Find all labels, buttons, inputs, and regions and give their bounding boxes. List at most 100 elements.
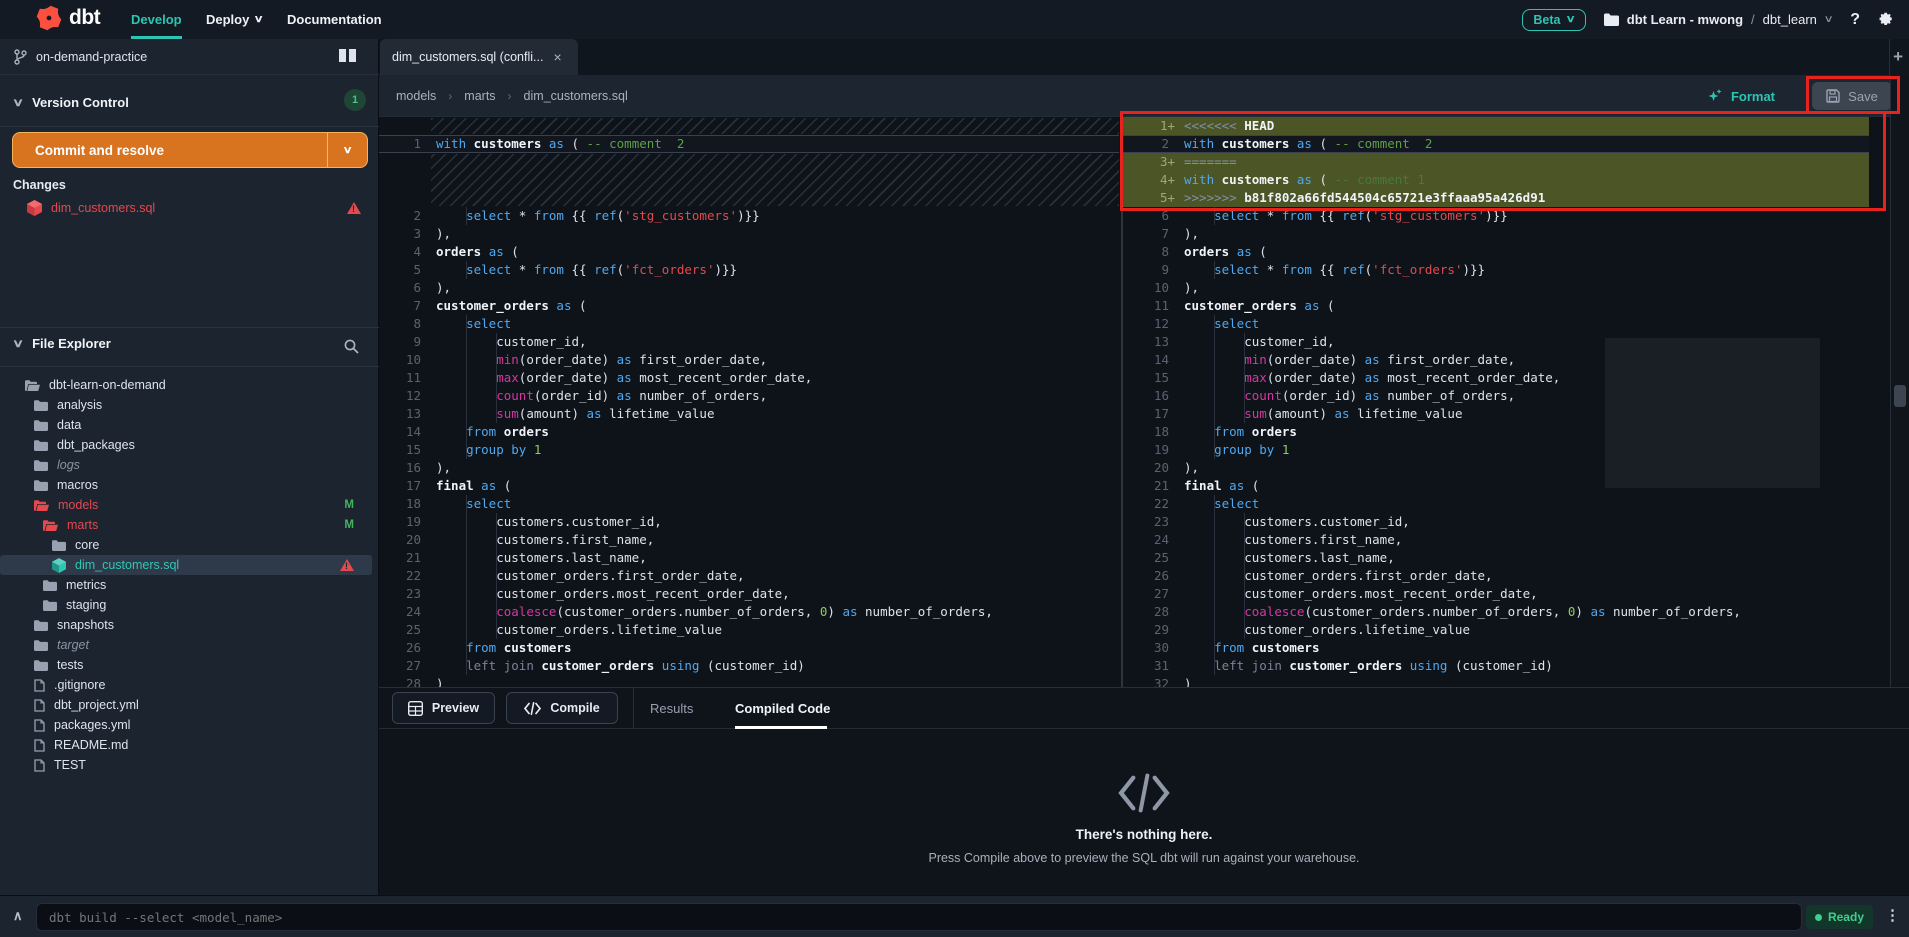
tab-compiled-code[interactable]: Compiled Code [735,688,830,729]
project-switcher[interactable]: dbt Learn - mwong / dbt_learn ∨ [1604,12,1832,27]
code-line[interactable]: 6 select * from {{ ref('stg_customers')}… [1123,207,1869,225]
command-input[interactable] [36,903,1802,931]
beta-dropdown[interactable]: Beta ∨ [1522,9,1585,31]
code-line[interactable]: 7), [1123,225,1869,243]
docs-book-icon[interactable] [338,48,357,63]
code-line[interactable]: 13 sum(amount) as lifetime_value [379,405,1119,423]
code-line[interactable]: 1+<<<<<<< HEAD [1123,117,1869,135]
code-line[interactable]: 11 max(order_date) as most_recent_order_… [379,369,1119,387]
new-tab-button[interactable]: + [1893,47,1903,67]
code-line[interactable]: 30 from customers [1123,639,1869,657]
chevron-up-icon[interactable]: ∧ [13,908,23,924]
code-line[interactable]: 4orders as ( [379,243,1119,261]
code-line[interactable]: 23 customer_orders.most_recent_order_dat… [379,585,1119,603]
tree-item-staging[interactable]: staging [0,595,372,615]
code-line[interactable]: 10), [1123,279,1869,297]
code-line[interactable]: 11customer_orders as ( [1123,297,1869,315]
code-line[interactable]: 3+======= [1123,153,1869,171]
code-line[interactable]: 9 customer_id, [379,333,1119,351]
code-line[interactable]: 6), [379,279,1119,297]
code-line[interactable]: 14 from orders [379,423,1119,441]
help-button[interactable]: ? [1850,11,1860,29]
gear-icon[interactable] [1878,11,1895,28]
code-line[interactable]: 8 select [379,315,1119,333]
changed-file-row[interactable]: dim_customers.sql [0,197,379,219]
code-line[interactable]: 2 select * from {{ ref('stg_customers')}… [379,207,1119,225]
code-line[interactable]: 27 customer_orders.most_recent_order_dat… [1123,585,1869,603]
tree-item--gitignore[interactable]: .gitignore [0,675,372,695]
code-line[interactable]: 12 count(order_id) as number_of_orders, [379,387,1119,405]
tab-results[interactable]: Results [650,688,693,729]
code-line[interactable]: 23 customers.customer_id, [1123,513,1869,531]
tree-item-dbt-packages[interactable]: dbt_packages [0,435,372,455]
code-line[interactable]: 9 select * from {{ ref('fct_orders')}} [1123,261,1869,279]
nav-item-deploy[interactable]: Deploy ∨ [206,0,263,39]
code-line[interactable]: 20 customers.first_name, [379,531,1119,549]
breadcrumb-item[interactable]: marts [464,89,495,103]
code-line[interactable]: 4+with customers as ( -- comment 1 [1123,171,1869,189]
format-button[interactable]: Format [1707,75,1775,117]
code-line[interactable]: 25 customer_orders.lifetime_value [379,621,1119,639]
preview-button[interactable]: Preview [392,692,495,724]
code-line[interactable]: 18 select [379,495,1119,513]
code-line[interactable]: 5+>>>>>>> b81f802a66fd544504c65721e3ffaa… [1123,189,1869,207]
code-line[interactable]: 25 customers.last_name, [1123,549,1869,567]
tree-item-analysis[interactable]: analysis [0,395,372,415]
file-explorer-header[interactable]: ∨ File Explorer [0,336,379,351]
tree-item-data[interactable]: data [0,415,372,435]
code-line[interactable]: 24 coalesce(customer_orders.number_of_or… [379,603,1119,621]
tree-item-metrics[interactable]: metrics [0,575,372,595]
tree-item-models[interactable]: modelsM [0,495,372,515]
code-line[interactable]: 7customer_orders as ( [379,297,1119,315]
code-line[interactable]: 31 left join customer_orders using (cust… [1123,657,1869,675]
code-line[interactable]: 29 customer_orders.lifetime_value [1123,621,1869,639]
compile-button[interactable]: Compile [506,692,618,724]
tree-item-target[interactable]: target [0,635,372,655]
code-line[interactable]: 22 customer_orders.first_order_date, [379,567,1119,585]
branch-row[interactable]: on-demand-practice [0,39,379,75]
tree-item-macros[interactable]: macros [0,475,372,495]
tree-item-logs[interactable]: logs [0,455,372,475]
code-line[interactable]: 27 left join customer_orders using (cust… [379,657,1119,675]
code-line[interactable]: 12 select [1123,315,1869,333]
code-line[interactable]: 26 from customers [379,639,1119,657]
tree-item-tests[interactable]: tests [0,655,372,675]
editor-scrollbar[interactable] [1890,75,1909,687]
tree-item-packages-yml[interactable]: packages.yml [0,715,372,735]
code-line[interactable]: 10 min(order_date) as first_order_date, [379,351,1119,369]
code-line[interactable]: 24 customers.first_name, [1123,531,1869,549]
code-line[interactable]: 21 customers.last_name, [379,549,1119,567]
code-line[interactable]: 16), [379,459,1119,477]
code-line[interactable]: 15 group by 1 [379,441,1119,459]
commit-options-caret[interactable]: ∨ [327,133,367,167]
tree-item-core[interactable]: core [0,535,372,555]
code-line[interactable]: 17final as ( [379,477,1119,495]
tree-item-dim-customers-sql[interactable]: dim_customers.sql [0,555,372,575]
tree-item-test[interactable]: TEST [0,755,372,775]
tree-item-snapshots[interactable]: snapshots [0,615,372,635]
code-line[interactable]: 28 coalesce(customer_orders.number_of_or… [1123,603,1869,621]
code-line[interactable]: 3), [379,225,1119,243]
breadcrumb-item[interactable]: models [396,89,436,103]
nav-item-documentation[interactable]: Documentation [287,0,382,39]
scrollbar-handle[interactable] [1894,385,1906,407]
tree-item-readme-md[interactable]: README.md [0,735,372,755]
code-line[interactable]: 26 customer_orders.first_order_date, [1123,567,1869,585]
code-line[interactable]: 1with customers as ( -- comment 2 [379,135,1119,153]
code-line[interactable]: 19 customers.customer_id, [379,513,1119,531]
nav-item-develop[interactable]: Develop [131,0,182,39]
breadcrumb-item[interactable]: dim_customers.sql [524,89,628,103]
code-line[interactable]: 28) [379,675,1119,687]
version-control-header[interactable]: ∨ Version Control 1 [0,95,379,110]
commit-and-resolve-button[interactable]: Commit and resolve ∨ [12,132,368,168]
search-icon[interactable] [344,339,359,354]
code-line[interactable]: 32) [1123,675,1869,687]
editor-pane-working[interactable]: 1with customers as ( -- comment 2 2 selec… [379,117,1119,687]
kebab-menu-icon[interactable]: ⋮ [1885,906,1900,924]
code-line[interactable]: 5 select * from {{ ref('fct_orders')}} [379,261,1119,279]
tree-item-dbt-learn-on-demand[interactable]: dbt-learn-on-demand [0,375,372,395]
code-line[interactable]: 8orders as ( [1123,243,1869,261]
tree-item-marts[interactable]: martsM [0,515,372,535]
close-icon[interactable]: × [553,49,561,65]
tab-dim-customers[interactable]: dim_customers.sql (confli... × [380,39,578,75]
